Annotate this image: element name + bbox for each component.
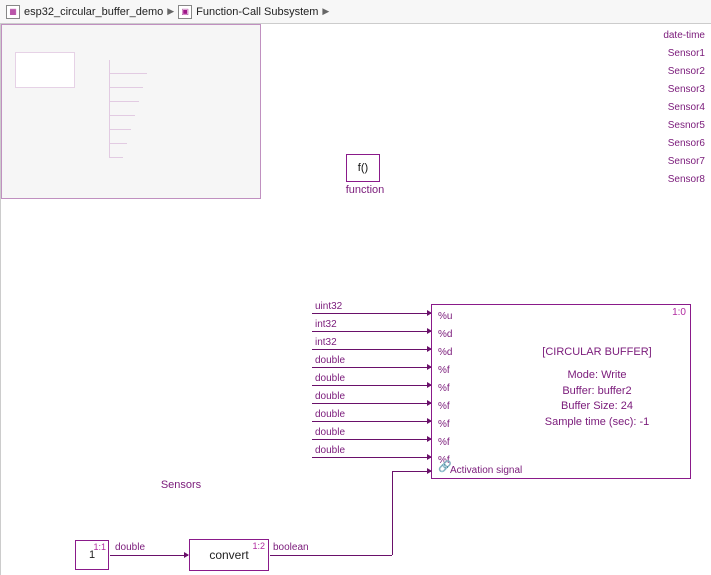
block-sort-badge: 1:1 (93, 542, 106, 552)
sensors-port-8: Sensor8 (668, 174, 705, 185)
signal-wire (110, 555, 188, 556)
data-type-convert-block[interactable]: 1:2 convert (189, 539, 269, 571)
cbuf-port-0: %u (438, 311, 452, 322)
circular-buffer-block[interactable]: 1:0 %u %d %d %f %f %f %f %f %f Activatio… (431, 304, 691, 479)
convert-label: convert (209, 548, 248, 562)
signal-wire (392, 471, 431, 472)
block-sort-badge: 1:2 (252, 541, 265, 551)
cbuf-port-7: %f (438, 437, 450, 448)
signal-type-label: double (315, 373, 345, 384)
sensors-port-2: Sensor2 (668, 66, 705, 77)
signal-wire (312, 457, 431, 458)
signal-wire (312, 385, 431, 386)
signal-type-label: double (315, 355, 345, 366)
arrow-icon (427, 468, 432, 474)
cbuf-info: [CIRCULAR BUFFER] Mode: Write Buffer: bu… (512, 345, 682, 430)
subsystem-icon: ▣ (178, 5, 192, 19)
signal-wire (312, 421, 431, 422)
function-trigger-text: f() (358, 162, 368, 174)
signal-type-label: double (315, 409, 345, 420)
signal-type-label: double (315, 445, 345, 456)
signal-wire (312, 439, 431, 440)
sensors-mux-icon (101, 60, 147, 158)
signal-wire (312, 313, 431, 314)
breadcrumb-model[interactable]: esp32_circular_buffer_demo (24, 6, 163, 18)
signal-wire (392, 471, 393, 555)
cbuf-port-2: %d (438, 347, 452, 358)
cbuf-port-6: %f (438, 419, 450, 430)
signal-wire (312, 367, 431, 368)
cbuf-size: Buffer Size: 24 (512, 399, 682, 414)
sensors-subsystem-label: Sensors (51, 479, 311, 491)
sensors-port-1: Sensor1 (668, 48, 705, 59)
cbuf-port-4: %f (438, 383, 450, 394)
chevron-right-icon: ▶ (322, 6, 329, 17)
cbuf-port-activation: Activation signal (450, 465, 522, 476)
block-sort-badge: 1:0 (672, 307, 686, 318)
constant-block[interactable]: 1:1 1 (75, 540, 109, 570)
signal-type-label: double (315, 391, 345, 402)
signal-wire (270, 555, 392, 556)
sensors-port-6: Sensor6 (668, 138, 705, 149)
cbuf-port-5: %f (438, 401, 450, 412)
signal-wire (312, 403, 431, 404)
signal-type-label: double (115, 542, 145, 553)
model-icon: ▦ (6, 5, 20, 19)
signal-type-label: double (315, 427, 345, 438)
sensors-subsystem[interactable]: date-time Sensor1 Sensor2 Sensor3 Sensor… (1, 24, 261, 199)
link-icon: 🔗 (438, 460, 452, 473)
sensors-port-3: Sensor3 (668, 84, 705, 95)
function-trigger-label: function (341, 184, 389, 196)
cbuf-port-1: %d (438, 329, 452, 340)
signal-type-label: int32 (315, 319, 337, 330)
cbuf-title: [CIRCULAR BUFFER] (512, 345, 682, 360)
sensors-port-datetime: date-time (663, 30, 705, 41)
model-canvas[interactable]: f() function date-time Sensor1 Sensor2 S… (0, 24, 711, 575)
cbuf-mode: Mode: Write (512, 368, 682, 383)
breadcrumb: ▦ esp32_circular_buffer_demo ▶ ▣ Functio… (0, 0, 711, 24)
function-trigger-block[interactable]: f() (346, 154, 380, 182)
chevron-right-icon: ▶ (167, 6, 174, 17)
cbuf-sampletime: Sample time (sec): -1 (512, 415, 682, 430)
sensors-port-4: Sensor4 (668, 102, 705, 113)
signal-wire (312, 349, 431, 350)
sensors-port-5: Sesnor5 (668, 120, 705, 131)
cbuf-port-3: %f (438, 365, 450, 376)
signal-wire (312, 331, 431, 332)
signal-type-label: int32 (315, 337, 337, 348)
sensors-inner-preview (15, 52, 75, 88)
signal-type-label: boolean (273, 542, 309, 553)
signal-type-label: uint32 (315, 301, 342, 312)
breadcrumb-subsystem[interactable]: Function-Call Subsystem (196, 6, 318, 18)
cbuf-buffer: Buffer: buffer2 (512, 384, 682, 399)
sensors-port-7: Sensor7 (668, 156, 705, 167)
